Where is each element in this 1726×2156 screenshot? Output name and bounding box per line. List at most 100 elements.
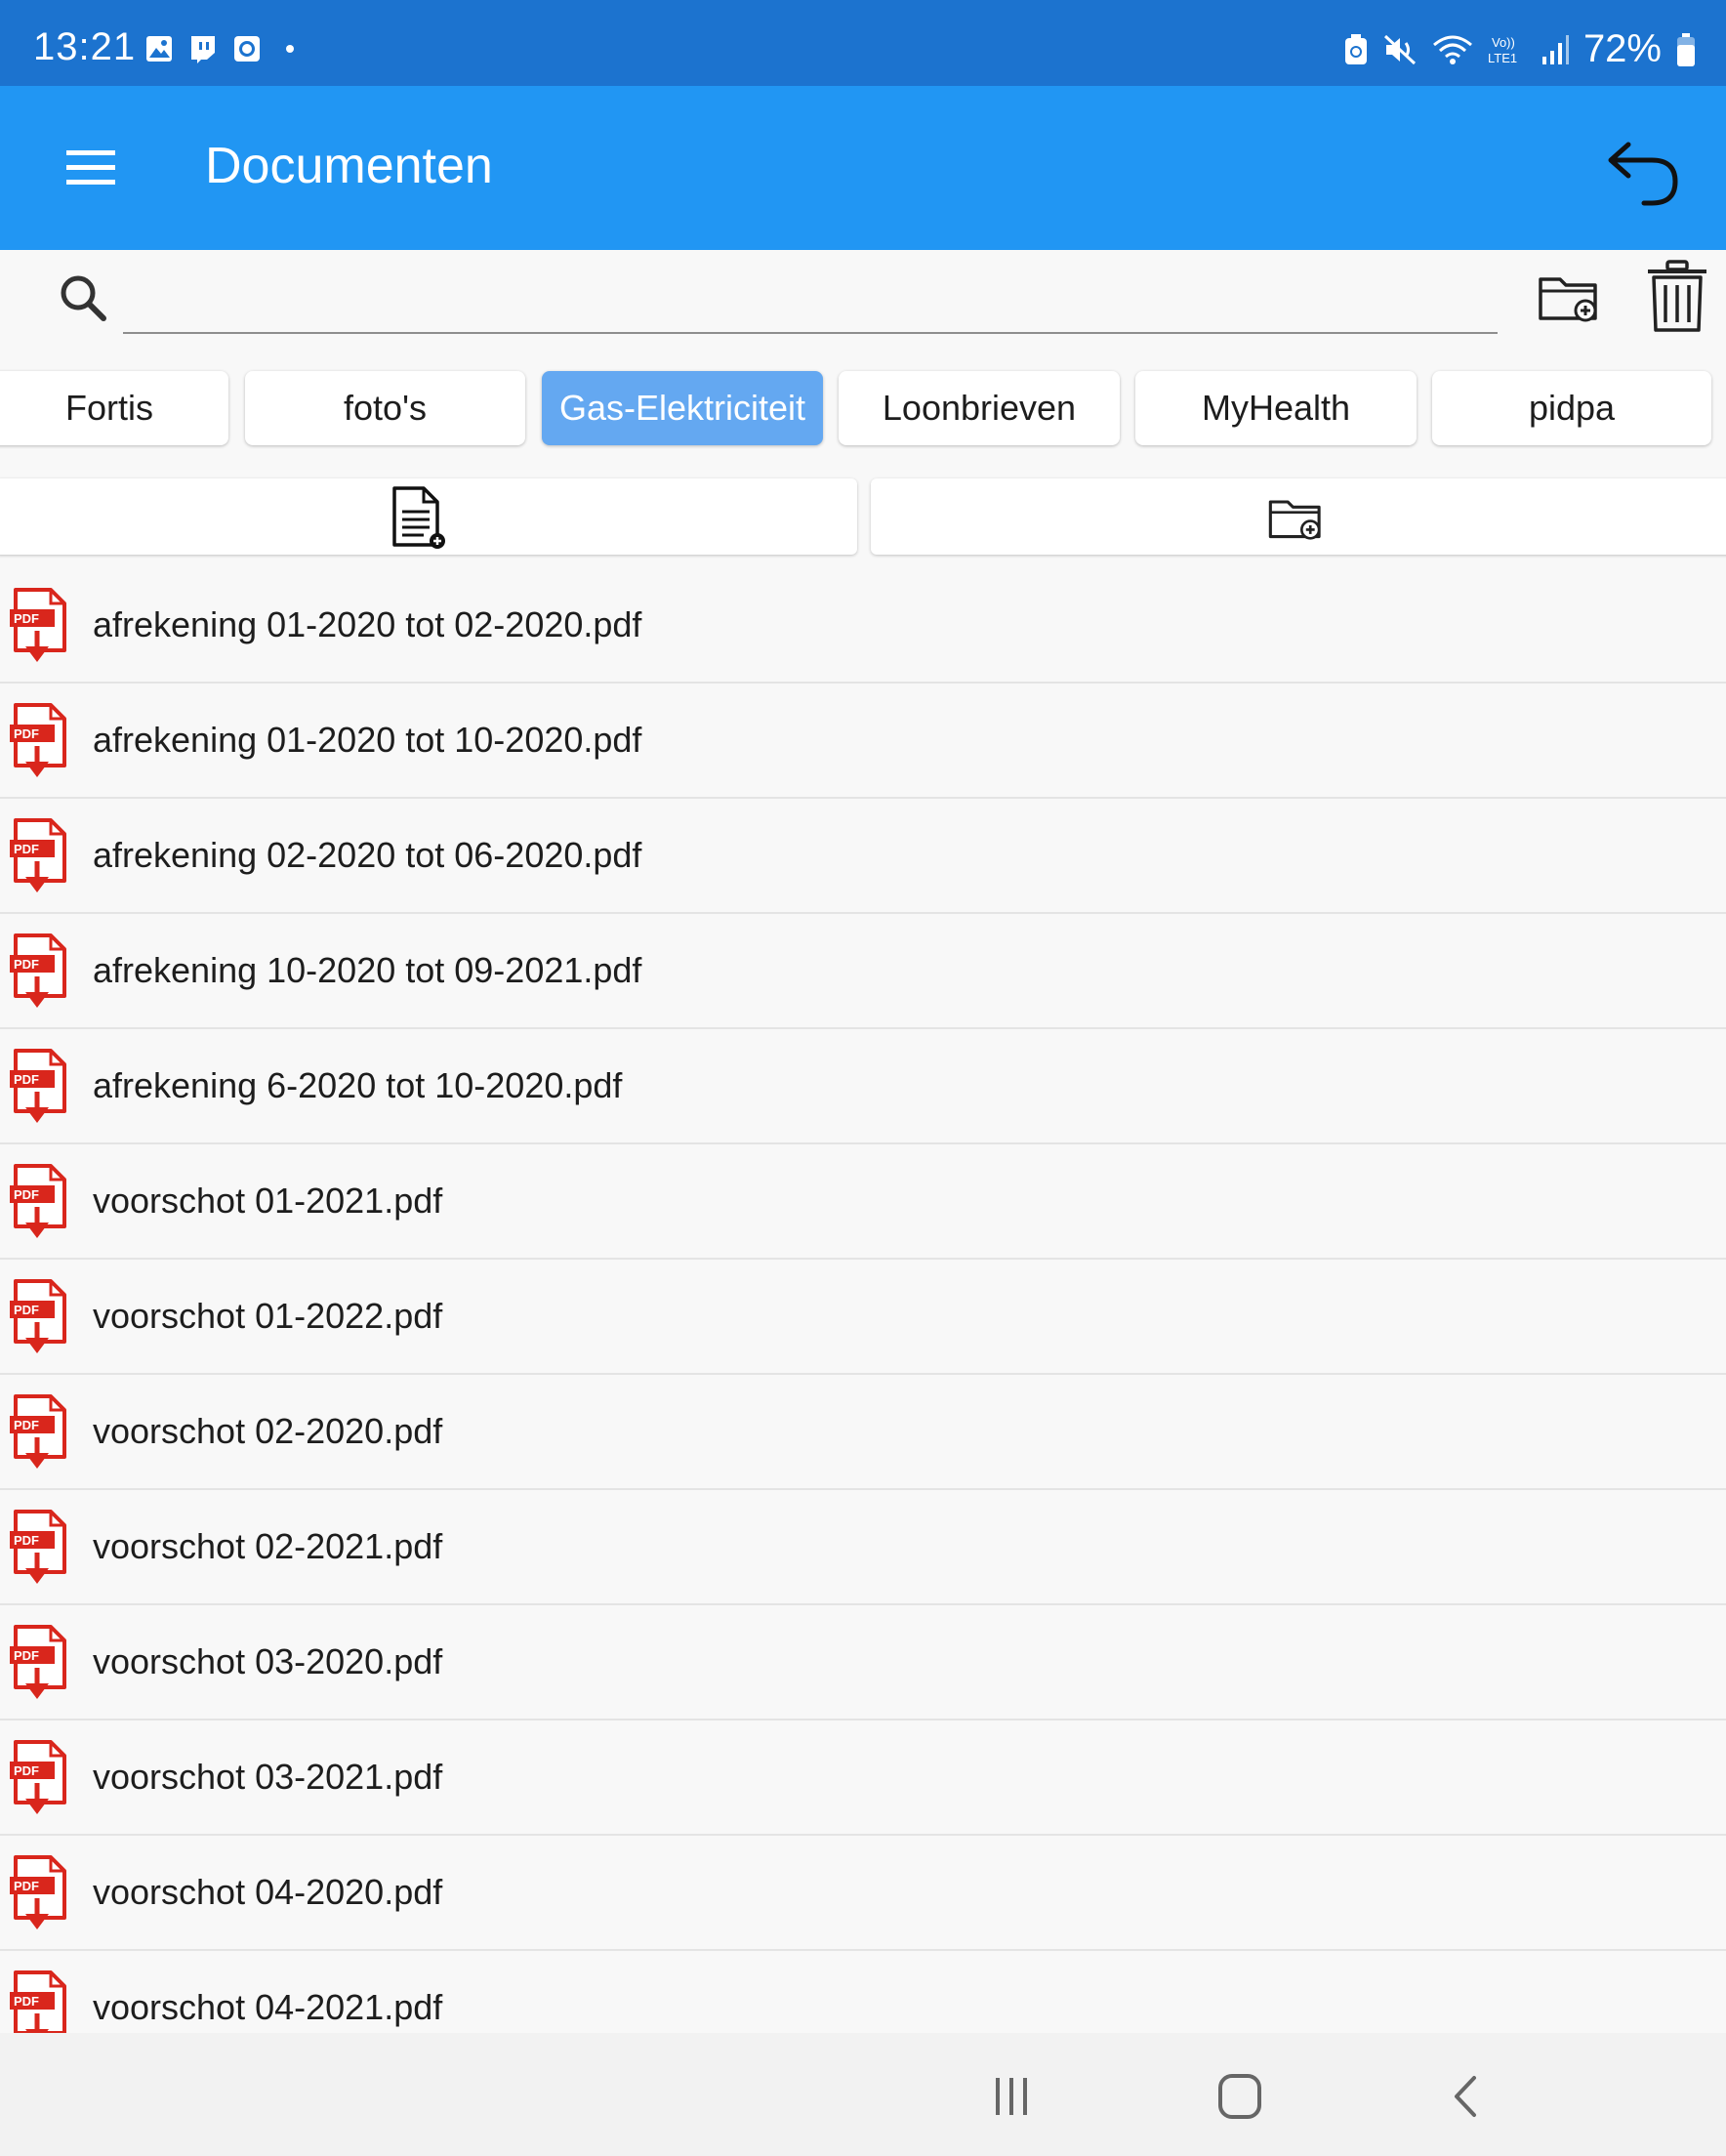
- pdf-badge-label: PDF: [14, 726, 39, 741]
- svg-text:Vo)): Vo)): [1492, 35, 1515, 50]
- file-name: afrekening 10-2020 tot 09-2021.pdf: [93, 950, 642, 990]
- page-title: Documenten: [205, 138, 493, 194]
- file-row[interactable]: PDF afrekening 01-2020 tot 02-2020.pdf: [0, 568, 1726, 684]
- gallery-icon: [146, 36, 172, 62]
- file-row[interactable]: PDF afrekening 01-2020 tot 10-2020.pdf: [0, 684, 1726, 799]
- file-name: voorschot 03-2021.pdf: [93, 1757, 443, 1797]
- pdf-badge-label: PDF: [14, 1072, 39, 1087]
- tab-loonbrieven[interactable]: Loonbrieven: [839, 371, 1120, 445]
- search-row: [0, 250, 1726, 357]
- folder-tabs: Fortis foto's Gas-Elektriciteit Loonbrie…: [0, 371, 1726, 449]
- recents-icon: [996, 2078, 1027, 2115]
- tab-label: pidpa: [1528, 388, 1616, 428]
- tab-myhealth[interactable]: MyHealth: [1135, 371, 1417, 445]
- file-name: voorschot 01-2022.pdf: [93, 1296, 443, 1336]
- file-row[interactable]: PDF voorschot 04-2020.pdf: [0, 1836, 1726, 1951]
- pdf-download-icon: PDF: [10, 1164, 66, 1238]
- recents-button[interactable]: [984, 2070, 1043, 2125]
- status-system-icons: Vo)) LTE1 72%: [1343, 27, 1697, 71]
- pdf-download-icon: PDF: [10, 1855, 66, 1929]
- trash-icon: [1648, 260, 1706, 332]
- twitch-icon: [191, 36, 215, 63]
- file-row[interactable]: PDF afrekening 6-2020 tot 10-2020.pdf: [0, 1029, 1726, 1144]
- new-folder-icon: [1539, 277, 1597, 322]
- pdf-download-icon: PDF: [10, 1279, 66, 1353]
- file-row[interactable]: PDF voorschot 03-2021.pdf: [0, 1721, 1726, 1836]
- file-row[interactable]: PDF afrekening 02-2020 tot 06-2020.pdf: [0, 799, 1726, 914]
- file-list: PDF afrekening 01-2020 tot 02-2020.pdf PDF…: [0, 568, 1726, 2066]
- wifi-icon: [1432, 35, 1472, 64]
- file-name: afrekening 01-2020 tot 10-2020.pdf: [93, 720, 642, 760]
- dot-icon: [286, 45, 294, 53]
- volte-icon: Vo)) LTE1: [1488, 35, 1517, 65]
- new-folder-button[interactable]: [1535, 262, 1605, 332]
- status-time: 13:21: [33, 25, 137, 68]
- delete-button[interactable]: [1642, 258, 1712, 336]
- new-subfolder-icon: [1268, 500, 1321, 540]
- new-document-button[interactable]: [0, 478, 857, 555]
- pdf-download-icon: PDF: [10, 818, 66, 892]
- pdf-badge-label: PDF: [14, 1303, 39, 1317]
- navigation-bar: [0, 2033, 1726, 2156]
- battery-saver-icon: [1344, 33, 1367, 64]
- pdf-download-icon: PDF: [10, 588, 66, 662]
- undo-icon: [1608, 142, 1678, 206]
- tab-gas-elektriciteit[interactable]: Gas-Elektriciteit: [542, 371, 823, 445]
- file-name: voorschot 01-2021.pdf: [93, 1181, 443, 1221]
- menu-button[interactable]: [57, 141, 125, 195]
- tab-label: MyHealth: [1201, 388, 1351, 428]
- file-name: voorschot 02-2021.pdf: [93, 1526, 443, 1566]
- file-name: voorschot 04-2020.pdf: [93, 1872, 443, 1912]
- undo-button[interactable]: [1601, 125, 1687, 211]
- file-name: afrekening 01-2020 tot 02-2020.pdf: [93, 604, 642, 644]
- pdf-download-icon: PDF: [10, 1625, 66, 1699]
- pdf-badge-label: PDF: [14, 1533, 39, 1548]
- svg-text:LTE1: LTE1: [1488, 51, 1517, 65]
- file-name: voorschot 04-2021.pdf: [93, 1987, 443, 2027]
- file-name: voorschot 02-2020.pdf: [93, 1411, 443, 1451]
- pdf-badge-label: PDF: [14, 1879, 39, 1893]
- pdf-download-icon: PDF: [10, 933, 66, 1008]
- status-bar: 13:21 Vo)) LTE1 72%: [0, 0, 1726, 86]
- home-button[interactable]: [1211, 2070, 1269, 2125]
- tab-label: Gas-Elektriciteit: [558, 388, 806, 428]
- new-document-icon: [392, 486, 445, 549]
- file-row[interactable]: PDF afrekening 10-2020 tot 09-2021.pdf: [0, 914, 1726, 1029]
- pdf-badge-label: PDF: [14, 842, 39, 856]
- home-icon: [1218, 2074, 1261, 2119]
- tab-label: Fortis: [65, 388, 153, 428]
- tab-label: foto's: [344, 388, 427, 428]
- pdf-badge-label: PDF: [14, 1994, 39, 2009]
- back-button[interactable]: [1439, 2070, 1498, 2125]
- back-icon: [1455, 2076, 1476, 2117]
- tab-fortis[interactable]: Fortis: [0, 371, 228, 445]
- search-icon: [61, 275, 106, 321]
- file-row[interactable]: PDF voorschot 01-2021.pdf: [0, 1144, 1726, 1260]
- pdf-badge-label: PDF: [14, 1648, 39, 1663]
- pdf-badge-label: PDF: [14, 1763, 39, 1778]
- new-subfolder-button[interactable]: [871, 478, 1726, 555]
- file-row[interactable]: PDF voorschot 02-2020.pdf: [0, 1375, 1726, 1490]
- battery-icon: [1677, 32, 1695, 66]
- file-name: afrekening 02-2020 tot 06-2020.pdf: [93, 835, 642, 875]
- pdf-badge-label: PDF: [14, 611, 39, 626]
- pdf-download-icon: PDF: [10, 1740, 66, 1814]
- mute-icon: [1383, 34, 1416, 64]
- file-row[interactable]: PDF voorschot 02-2021.pdf: [0, 1490, 1726, 1605]
- pdf-badge-label: PDF: [14, 1418, 39, 1432]
- file-row[interactable]: PDF voorschot 01-2022.pdf: [0, 1260, 1726, 1375]
- pdf-download-icon: PDF: [10, 1049, 66, 1123]
- battery-percent: 72%: [1582, 27, 1662, 70]
- file-row[interactable]: PDF voorschot 03-2020.pdf: [0, 1605, 1726, 1721]
- action-row: [0, 478, 1726, 557]
- app-bar: Documenten: [0, 86, 1726, 250]
- signal-icon: [1541, 34, 1569, 64]
- file-name: afrekening 6-2020 tot 10-2020.pdf: [93, 1065, 623, 1105]
- tab-label: Loonbrieven: [882, 388, 1077, 428]
- tab-pidpa[interactable]: pidpa: [1432, 371, 1711, 445]
- tab-fotos[interactable]: foto's: [245, 371, 525, 445]
- pdf-download-icon: PDF: [10, 1510, 66, 1584]
- menu-icon: [66, 150, 115, 185]
- search-input[interactable]: [123, 271, 1498, 334]
- status-notification-icons: [144, 33, 305, 64]
